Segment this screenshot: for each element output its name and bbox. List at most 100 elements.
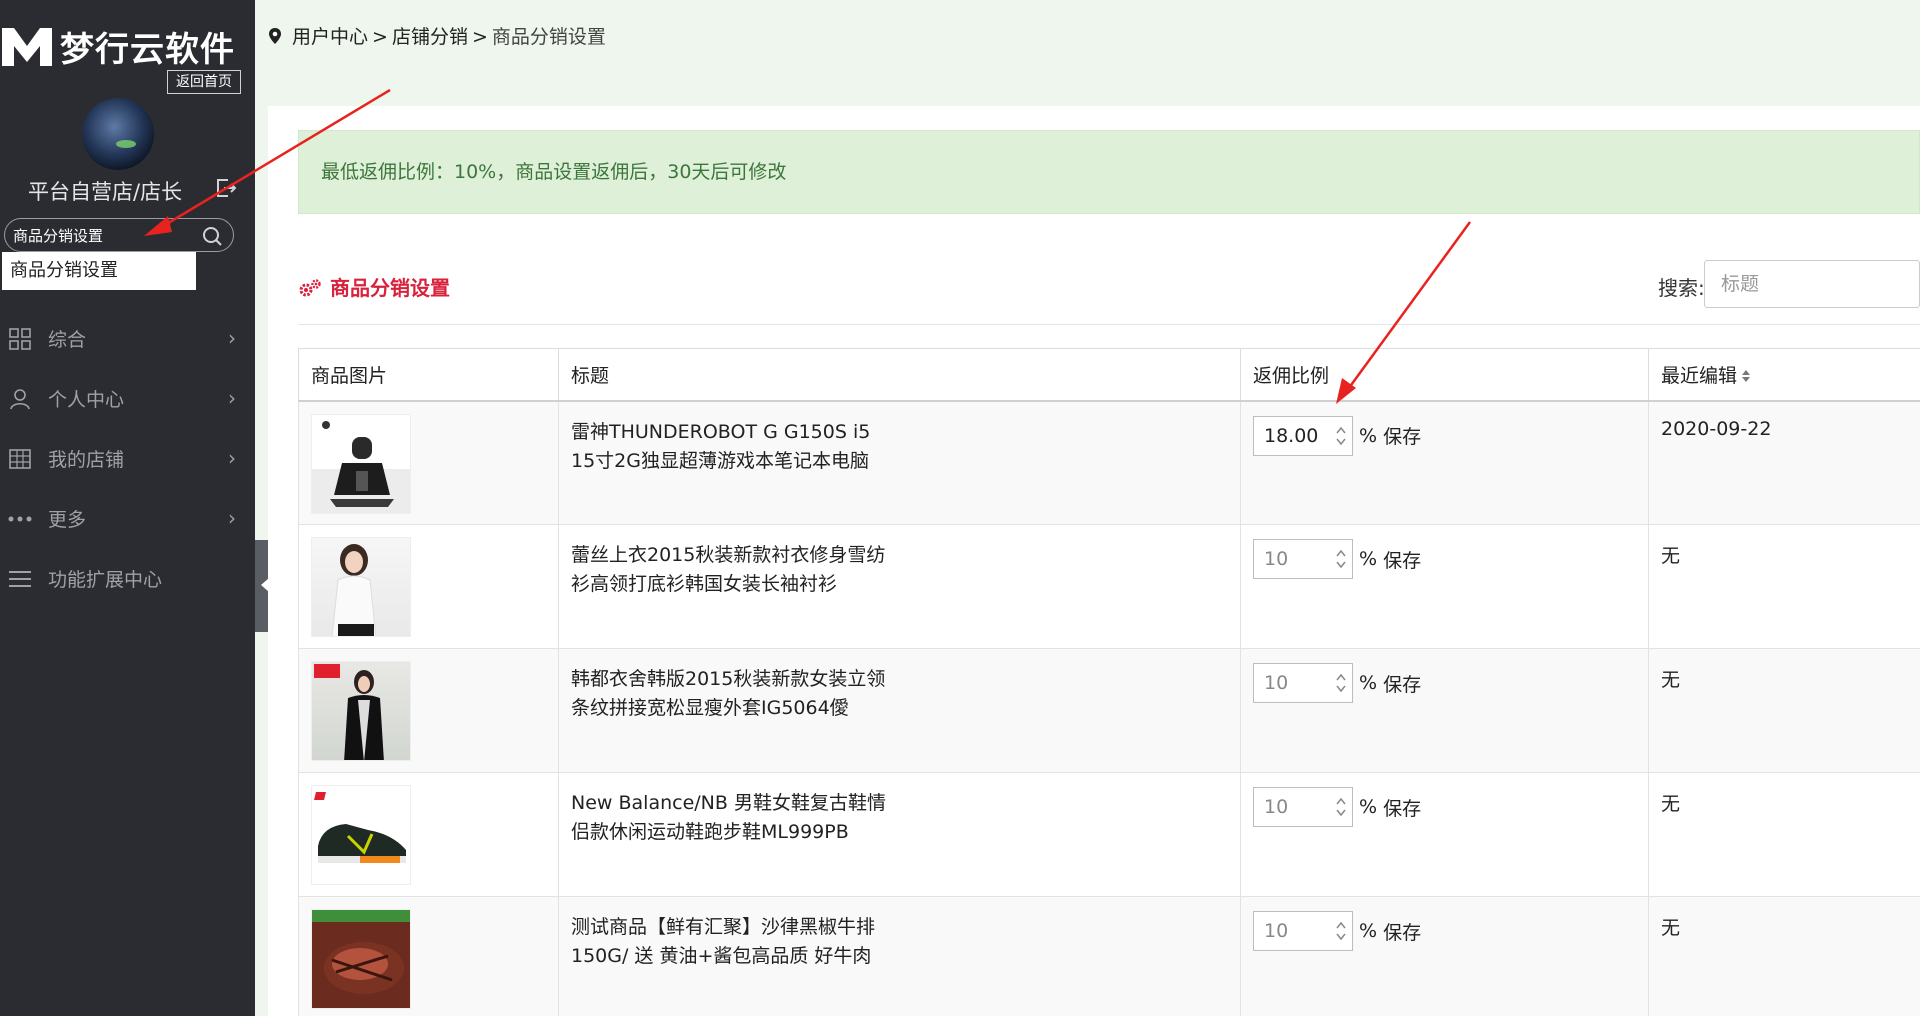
rate-percent-sign: %	[1359, 424, 1378, 447]
chevron-right-icon: ›	[228, 506, 236, 530]
save-button[interactable]: 保存	[1383, 422, 1421, 449]
column-header-image: 商品图片	[298, 348, 559, 402]
search-label: 搜索:	[1658, 276, 1705, 300]
sidebar-item-extensions[interactable]: 功能扩展中心	[0, 548, 255, 608]
save-button[interactable]: 保存	[1383, 670, 1421, 697]
brand-name: 梦行云软件	[60, 30, 235, 70]
shop-name: 平台自营店/店长	[28, 180, 183, 204]
steak-product-image	[324, 942, 404, 994]
last-edit-cell: 无	[1648, 524, 1920, 649]
sidebar-search	[4, 218, 234, 252]
save-button[interactable]: 保存	[1383, 794, 1421, 821]
rate-editor: % 保存	[1253, 663, 1636, 703]
column-header-title: 标题	[558, 348, 1241, 402]
product-image[interactable]	[311, 661, 411, 761]
product-title-cell: 测试商品【鲜有汇聚】沙律黑椒牛排150G/ 送 黄油+酱包高品质 好牛肉	[558, 896, 1241, 1016]
breadcrumb-separator: >	[471, 26, 488, 48]
last-edit-date: 无	[1661, 669, 1681, 691]
sidebar-item-personal-center[interactable]: 个人中心 ›	[0, 368, 255, 428]
breadcrumb-item[interactable]: 店铺分销	[392, 26, 468, 48]
sidebar-menu: 综合 › 个人中心 › 我的店铺 › 更多 › 功能扩展中心	[0, 308, 255, 608]
stepper-arrows-icon[interactable]	[1335, 547, 1347, 571]
product-image-cell	[298, 400, 559, 525]
more-icon	[8, 516, 32, 522]
search-suggestion-item[interactable]: 商品分销设置	[2, 252, 196, 290]
sidebar-search-input[interactable]	[13, 225, 193, 245]
product-title[interactable]: New Balance/NB 男鞋女鞋复古鞋情侣款休闲运动鞋跑步鞋ML999PB	[571, 789, 891, 847]
product-title[interactable]: 测试商品【鲜有汇聚】沙律黑椒牛排150G/ 送 黄油+酱包高品质 好牛肉	[571, 913, 891, 971]
stepper-arrows-icon[interactable]	[1335, 919, 1347, 943]
rate-cell: % 保存	[1240, 772, 1649, 897]
product-image[interactable]	[311, 909, 411, 1009]
stepper-arrows-icon[interactable]	[1335, 795, 1347, 819]
logout-icon[interactable]	[214, 176, 238, 200]
column-header-rate: 返佣比例	[1240, 348, 1649, 402]
rate-percent-sign: %	[1359, 548, 1378, 570]
rate-stepper	[1253, 415, 1353, 456]
product-image[interactable]	[311, 785, 411, 885]
product-table: 商品图片 标题 返佣比例 最近编辑 雷神THUNDEROBOT G G150S …	[298, 348, 1920, 1016]
sidebar-item-more[interactable]: 更多 ›	[0, 488, 255, 548]
search-icon[interactable]	[201, 225, 223, 247]
rate-editor: % 保存	[1253, 539, 1636, 579]
rate-stepper	[1253, 539, 1353, 579]
rate-cell: % 保存	[1240, 524, 1649, 649]
sidebar-item-my-store[interactable]: 我的店铺 ›	[0, 428, 255, 488]
sidebar-item-label: 更多	[48, 509, 87, 531]
rate-percent-sign: %	[1359, 796, 1378, 818]
product-image[interactable]	[311, 413, 411, 514]
product-title-cell: New Balance/NB 男鞋女鞋复古鞋情侣款休闲运动鞋跑步鞋ML999PB	[558, 772, 1241, 897]
product-title-cell: 雷神THUNDEROBOT G G150S i5 15寸2G独显超薄游戏本笔记本…	[558, 400, 1241, 525]
product-image[interactable]	[311, 537, 411, 637]
back-home-button[interactable]: 返回首页	[167, 70, 241, 94]
table-row: New Balance/NB 男鞋女鞋复古鞋情侣款休闲运动鞋跑步鞋ML999PB…	[298, 772, 1920, 897]
search-input[interactable]	[1704, 260, 1920, 308]
product-title[interactable]: 韩都衣舍韩版2015秋装新款女装立领条纹拼接宽松显瘦外套IG5064僾	[571, 665, 891, 723]
rate-editor: % 保存	[1253, 415, 1636, 456]
stepper-arrows-icon[interactable]	[1335, 671, 1347, 695]
save-button[interactable]: 保存	[1383, 546, 1421, 573]
last-edit-cell: 无	[1648, 896, 1920, 1016]
product-image-cell	[298, 896, 559, 1016]
rate-cell: % 保存	[1240, 648, 1649, 773]
rate-stepper	[1253, 663, 1353, 703]
sidebar-item-label: 综合	[48, 329, 87, 351]
sidebar-item-label: 个人中心	[48, 389, 125, 411]
chevron-right-icon: ›	[228, 326, 236, 350]
rate-editor: % 保存	[1253, 787, 1636, 827]
chevron-right-icon: ›	[228, 446, 236, 470]
rate-stepper	[1253, 787, 1353, 827]
rate-cell: % 保存	[1240, 400, 1649, 525]
page-title: 商品分销设置	[298, 272, 450, 301]
store-icon	[9, 449, 31, 469]
stepper-arrows-icon[interactable]	[1335, 424, 1347, 448]
table-header-row: 商品图片 标题 返佣比例 最近编辑	[298, 348, 1920, 402]
sort-icon[interactable]	[1741, 368, 1751, 384]
blouse-product-image	[331, 544, 377, 636]
sidebar-item-general[interactable]: 综合 ›	[0, 308, 255, 368]
gears-icon	[299, 279, 321, 297]
product-title-cell: 蕾丝上衣2015秋装新款衬衣修身雪纺衫高领打底衫韩国女装长袖衬衫	[558, 524, 1241, 649]
sidebar: 梦行云软件 返回首页 平台自营店/店长 商品分销设置 综合 ›	[0, 0, 255, 1016]
content-panel: 最低返佣比例：10%，商品设置返佣后，30天后可修改 商品分销设置 搜索: 商品…	[268, 106, 1920, 1016]
product-title-cell: 韩都衣舍韩版2015秋装新款女装立领条纹拼接宽松显瘦外套IG5064僾	[558, 648, 1241, 773]
avatar[interactable]	[82, 98, 154, 170]
last-edit-date: 无	[1661, 917, 1681, 939]
menu-icon	[9, 571, 31, 587]
last-edit-cell: 2020-09-22	[1648, 400, 1920, 525]
breadcrumb-item[interactable]: 用户中心	[292, 26, 368, 48]
rate-percent-sign: %	[1359, 920, 1378, 942]
divider	[298, 324, 1920, 325]
product-title[interactable]: 蕾丝上衣2015秋装新款衬衣修身雪纺衫高领打底衫韩国女装长袖衬衫	[571, 541, 891, 599]
grid-icon	[9, 328, 31, 350]
product-title[interactable]: 雷神THUNDEROBOT G G150S i5 15寸2G独显超薄游戏本笔记本…	[571, 418, 891, 476]
breadcrumb-current: 商品分销设置	[491, 26, 606, 48]
sidebar-item-label: 我的店铺	[48, 449, 125, 471]
column-header-last-edit[interactable]: 最近编辑	[1648, 348, 1920, 402]
logo[interactable]: 梦行云软件	[0, 18, 255, 70]
rate-percent-sign: %	[1359, 672, 1378, 694]
jacket-product-image	[314, 664, 384, 760]
rate-editor: % 保存	[1253, 911, 1636, 951]
breadcrumb: 用户中心 > 店铺分销 > 商品分销设置	[268, 22, 606, 49]
save-button[interactable]: 保存	[1383, 918, 1421, 945]
